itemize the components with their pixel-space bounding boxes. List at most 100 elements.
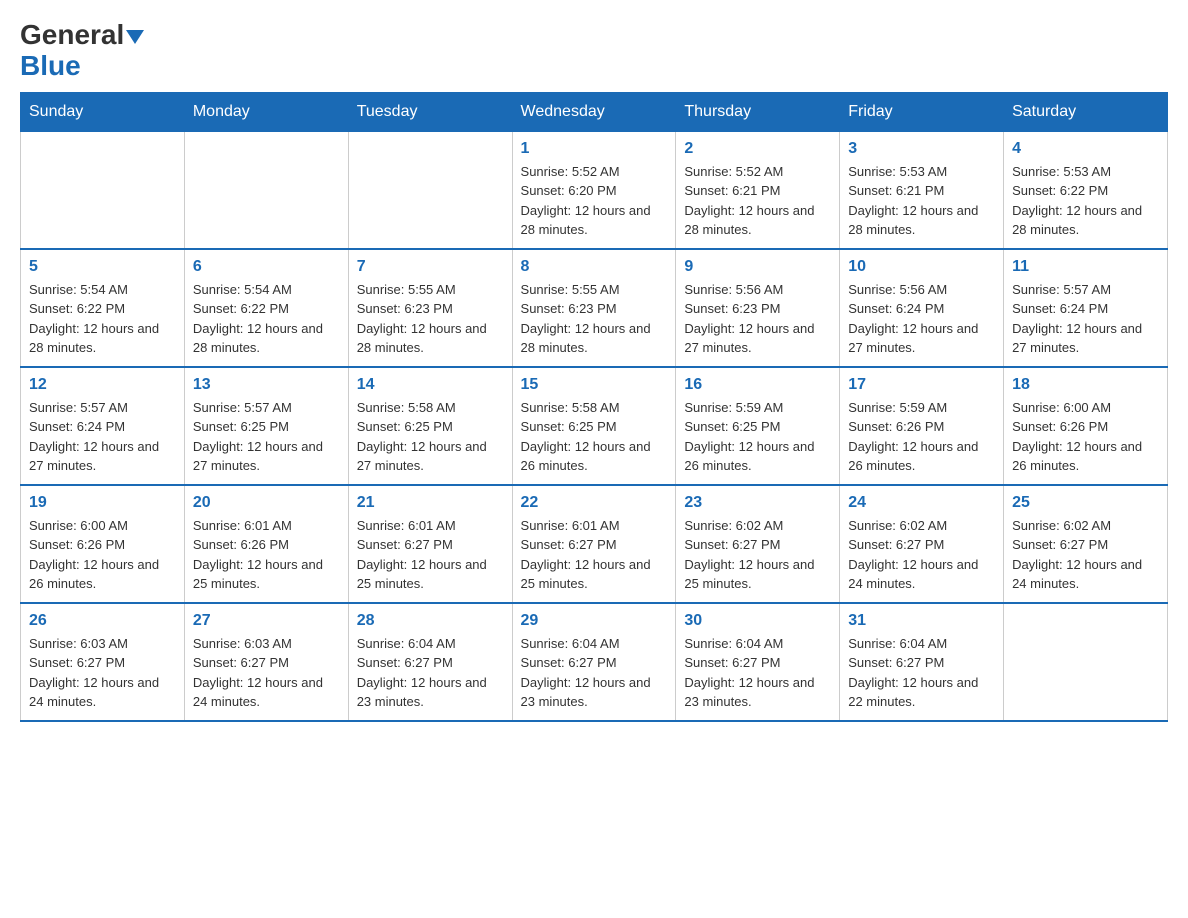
day-info: Sunrise: 5:57 AMSunset: 6:25 PMDaylight:… <box>193 398 340 476</box>
calendar-week-4: 19 Sunrise: 6:00 AMSunset: 6:26 PMDayligh… <box>21 485 1168 603</box>
calendar-cell: 26 Sunrise: 6:03 AMSunset: 6:27 PMDayligh… <box>21 603 185 721</box>
day-number: 24 <box>848 494 995 512</box>
calendar-cell: 24Sunrise: 6:02 AMSunset: 6:27 PMDayligh… <box>840 485 1004 603</box>
header-wednesday: Wednesday <box>512 92 676 131</box>
day-number: 21 <box>357 494 504 512</box>
calendar-cell: 9 Sunrise: 5:56 AMSunset: 6:23 PMDaylight… <box>676 249 840 367</box>
day-info: Sunrise: 6:04 AMSunset: 6:27 PMDaylight:… <box>848 634 995 712</box>
calendar-cell: 27 Sunrise: 6:03 AMSunset: 6:27 PMDayligh… <box>184 603 348 721</box>
day-info: Sunrise: 5:53 AMSunset: 6:21 PMDaylight:… <box>848 162 995 240</box>
calendar-cell: 21 Sunrise: 6:01 AMSunset: 6:27 PMDayligh… <box>348 485 512 603</box>
day-info: Sunrise: 5:57 AMSunset: 6:24 PMDaylight:… <box>29 398 176 476</box>
calendar-week-3: 12 Sunrise: 5:57 AMSunset: 6:24 PMDayligh… <box>21 367 1168 485</box>
calendar-cell: 18Sunrise: 6:00 AMSunset: 6:26 PMDayligh… <box>1004 367 1168 485</box>
day-number: 5 <box>29 258 176 276</box>
day-info: Sunrise: 6:00 AMSunset: 6:26 PMDaylight:… <box>1012 398 1159 476</box>
day-number: 11 <box>1012 258 1159 276</box>
calendar-cell: 5 Sunrise: 5:54 AMSunset: 6:22 PMDaylight… <box>21 249 185 367</box>
day-number: 2 <box>684 140 831 158</box>
day-number: 26 <box>29 612 176 630</box>
calendar-cell: 8 Sunrise: 5:55 AMSunset: 6:23 PMDaylight… <box>512 249 676 367</box>
day-info: Sunrise: 5:56 AMSunset: 6:23 PMDaylight:… <box>684 280 831 358</box>
day-number: 17 <box>848 376 995 394</box>
day-info: Sunrise: 5:59 AMSunset: 6:25 PMDaylight:… <box>684 398 831 476</box>
day-number: 4 <box>1012 140 1159 158</box>
day-number: 1 <box>521 140 668 158</box>
day-number: 31 <box>848 612 995 630</box>
calendar-cell <box>1004 603 1168 721</box>
day-info: Sunrise: 5:55 AMSunset: 6:23 PMDaylight:… <box>521 280 668 358</box>
page-header: GeneralBlue <box>20 20 1168 82</box>
calendar-cell: 13Sunrise: 5:57 AMSunset: 6:25 PMDayligh… <box>184 367 348 485</box>
day-number: 3 <box>848 140 995 158</box>
header-monday: Monday <box>184 92 348 131</box>
day-number: 25 <box>1012 494 1159 512</box>
header-saturday: Saturday <box>1004 92 1168 131</box>
day-info: Sunrise: 6:01 AMSunset: 6:27 PMDaylight:… <box>357 516 504 594</box>
day-info: Sunrise: 5:58 AMSunset: 6:25 PMDaylight:… <box>357 398 504 476</box>
calendar-cell: 3 Sunrise: 5:53 AMSunset: 6:21 PMDaylight… <box>840 131 1004 249</box>
day-number: 30 <box>684 612 831 630</box>
calendar-cell: 22 Sunrise: 6:01 AMSunset: 6:27 PMDayligh… <box>512 485 676 603</box>
header-tuesday: Tuesday <box>348 92 512 131</box>
calendar-cell: 4 Sunrise: 5:53 AMSunset: 6:22 PMDaylight… <box>1004 131 1168 249</box>
calendar-cell: 16 Sunrise: 5:59 AMSunset: 6:25 PMDayligh… <box>676 367 840 485</box>
calendar-cell: 11 Sunrise: 5:57 AMSunset: 6:24 PMDayligh… <box>1004 249 1168 367</box>
day-number: 14 <box>357 376 504 394</box>
day-number: 8 <box>521 258 668 276</box>
calendar-cell <box>184 131 348 249</box>
calendar-cell: 2 Sunrise: 5:52 AMSunset: 6:21 PMDaylight… <box>676 131 840 249</box>
day-number: 6 <box>193 258 340 276</box>
day-info: Sunrise: 5:53 AMSunset: 6:22 PMDaylight:… <box>1012 162 1159 240</box>
day-number: 12 <box>29 376 176 394</box>
day-info: Sunrise: 6:00 AMSunset: 6:26 PMDaylight:… <box>29 516 176 594</box>
header-friday: Friday <box>840 92 1004 131</box>
day-info: Sunrise: 6:01 AMSunset: 6:26 PMDaylight:… <box>193 516 340 594</box>
calendar-cell: 29 Sunrise: 6:04 AMSunset: 6:27 PMDayligh… <box>512 603 676 721</box>
header-sunday: Sunday <box>21 92 185 131</box>
day-number: 27 <box>193 612 340 630</box>
day-info: Sunrise: 5:59 AMSunset: 6:26 PMDaylight:… <box>848 398 995 476</box>
calendar-cell: 14 Sunrise: 5:58 AMSunset: 6:25 PMDayligh… <box>348 367 512 485</box>
calendar-week-5: 26 Sunrise: 6:03 AMSunset: 6:27 PMDayligh… <box>21 603 1168 721</box>
calendar-cell: 23Sunrise: 6:02 AMSunset: 6:27 PMDayligh… <box>676 485 840 603</box>
day-info: Sunrise: 6:03 AMSunset: 6:27 PMDaylight:… <box>29 634 176 712</box>
day-info: Sunrise: 6:04 AMSunset: 6:27 PMDaylight:… <box>521 634 668 712</box>
day-info: Sunrise: 5:52 AMSunset: 6:20 PMDaylight:… <box>521 162 668 240</box>
day-number: 7 <box>357 258 504 276</box>
day-number: 19 <box>29 494 176 512</box>
day-number: 22 <box>521 494 668 512</box>
day-info: Sunrise: 6:04 AMSunset: 6:27 PMDaylight:… <box>357 634 504 712</box>
header-thursday: Thursday <box>676 92 840 131</box>
calendar-header-row: SundayMondayTuesdayWednesdayThursdayFrid… <box>21 92 1168 131</box>
day-number: 29 <box>521 612 668 630</box>
calendar-cell: 19 Sunrise: 6:00 AMSunset: 6:26 PMDayligh… <box>21 485 185 603</box>
day-info: Sunrise: 6:04 AMSunset: 6:27 PMDaylight:… <box>684 634 831 712</box>
calendar-cell: 6 Sunrise: 5:54 AMSunset: 6:22 PMDaylight… <box>184 249 348 367</box>
calendar-cell: 28Sunrise: 6:04 AMSunset: 6:27 PMDayligh… <box>348 603 512 721</box>
day-info: Sunrise: 6:02 AMSunset: 6:27 PMDaylight:… <box>1012 516 1159 594</box>
day-info: Sunrise: 5:54 AMSunset: 6:22 PMDaylight:… <box>29 280 176 358</box>
logo-text: GeneralBlue <box>20 20 144 82</box>
calendar-cell <box>21 131 185 249</box>
day-info: Sunrise: 5:52 AMSunset: 6:21 PMDaylight:… <box>684 162 831 240</box>
day-info: Sunrise: 5:55 AMSunset: 6:23 PMDaylight:… <box>357 280 504 358</box>
logo-triangle-icon <box>126 30 144 44</box>
day-info: Sunrise: 5:58 AMSunset: 6:25 PMDaylight:… <box>521 398 668 476</box>
calendar-cell: 10Sunrise: 5:56 AMSunset: 6:24 PMDayligh… <box>840 249 1004 367</box>
calendar-cell: 1 Sunrise: 5:52 AMSunset: 6:20 PMDaylight… <box>512 131 676 249</box>
day-number: 20 <box>193 494 340 512</box>
day-info: Sunrise: 6:01 AMSunset: 6:27 PMDaylight:… <box>521 516 668 594</box>
day-info: Sunrise: 5:54 AMSunset: 6:22 PMDaylight:… <box>193 280 340 358</box>
logo: GeneralBlue <box>20 20 144 82</box>
calendar-cell: 17 Sunrise: 5:59 AMSunset: 6:26 PMDayligh… <box>840 367 1004 485</box>
day-info: Sunrise: 5:57 AMSunset: 6:24 PMDaylight:… <box>1012 280 1159 358</box>
day-number: 9 <box>684 258 831 276</box>
day-number: 10 <box>848 258 995 276</box>
calendar-cell: 15 Sunrise: 5:58 AMSunset: 6:25 PMDayligh… <box>512 367 676 485</box>
calendar-cell: 7 Sunrise: 5:55 AMSunset: 6:23 PMDaylight… <box>348 249 512 367</box>
day-number: 16 <box>684 376 831 394</box>
day-number: 15 <box>521 376 668 394</box>
day-info: Sunrise: 6:03 AMSunset: 6:27 PMDaylight:… <box>193 634 340 712</box>
day-info: Sunrise: 6:02 AMSunset: 6:27 PMDaylight:… <box>684 516 831 594</box>
